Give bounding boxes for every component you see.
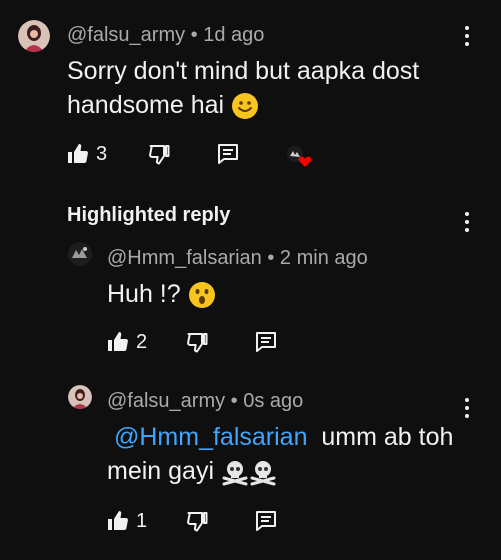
comment-time[interactable]: 1d ago [203,24,264,46]
reply-author-avatar[interactable] [68,385,92,409]
reply-dislike-button[interactable] [185,330,209,354]
reply-reply-button[interactable] [254,509,278,533]
reply-author[interactable]: @falsu_army [107,390,225,412]
reply-text: @Hmm_falsarian umm ab toh mein gayi [107,423,454,486]
reply-icon [254,509,278,533]
like-icon [66,142,90,166]
comment-text: Sorry don't mind but aapka dost handsome… [67,57,420,120]
reply-time[interactable]: 0s ago [243,390,303,412]
comment-author-avatar[interactable] [18,20,50,52]
mention-link[interactable]: @Hmm_falsarian [114,423,307,451]
creator-heart-icon[interactable] [284,144,314,168]
reply-like-button[interactable]: 2 [106,330,147,354]
dislike-icon [185,509,209,533]
comment-dislike-button[interactable] [147,142,171,166]
reply-reply-button[interactable] [254,330,278,354]
reply-meta: @Hmm_falsarian • 2 min ago [107,247,368,269]
reply-like-count: 1 [136,509,148,532]
smile-emoji [231,92,259,120]
surprised-emoji [188,281,216,309]
like-icon [106,509,130,533]
comment-author[interactable]: @falsu_army [67,24,185,46]
reply-dislike-button[interactable] [185,509,209,533]
reply-author[interactable]: @Hmm_falsarian [107,247,262,269]
like-icon [106,330,130,354]
highlighted-reply-label: Highlighted reply [67,204,231,226]
comment-meta: @falsu_army • 1d ago [67,24,265,46]
reply-author-avatar[interactable] [68,242,92,266]
comment-more-options-icon[interactable] [456,22,478,50]
reply-meta: @falsu_army • 0s ago [107,390,304,412]
comment-like-button[interactable]: 3 [66,142,107,166]
skull-crossbones-emoji [221,458,249,486]
comment-reply-button[interactable] [216,142,240,166]
reply-like-button[interactable]: 1 [106,509,147,533]
reply-icon [216,142,240,166]
dislike-icon [185,330,209,354]
dislike-icon [147,142,171,166]
highlighted-more-options-icon[interactable] [456,208,478,236]
comment-like-count: 3 [96,142,108,165]
reply-more-options-icon[interactable] [456,394,478,422]
reply-icon [254,330,278,354]
reply-like-count: 2 [136,330,148,353]
reply-time[interactable]: 2 min ago [280,247,368,269]
reply-text: Huh !? [107,277,216,311]
skull-crossbones-emoji [249,458,277,486]
